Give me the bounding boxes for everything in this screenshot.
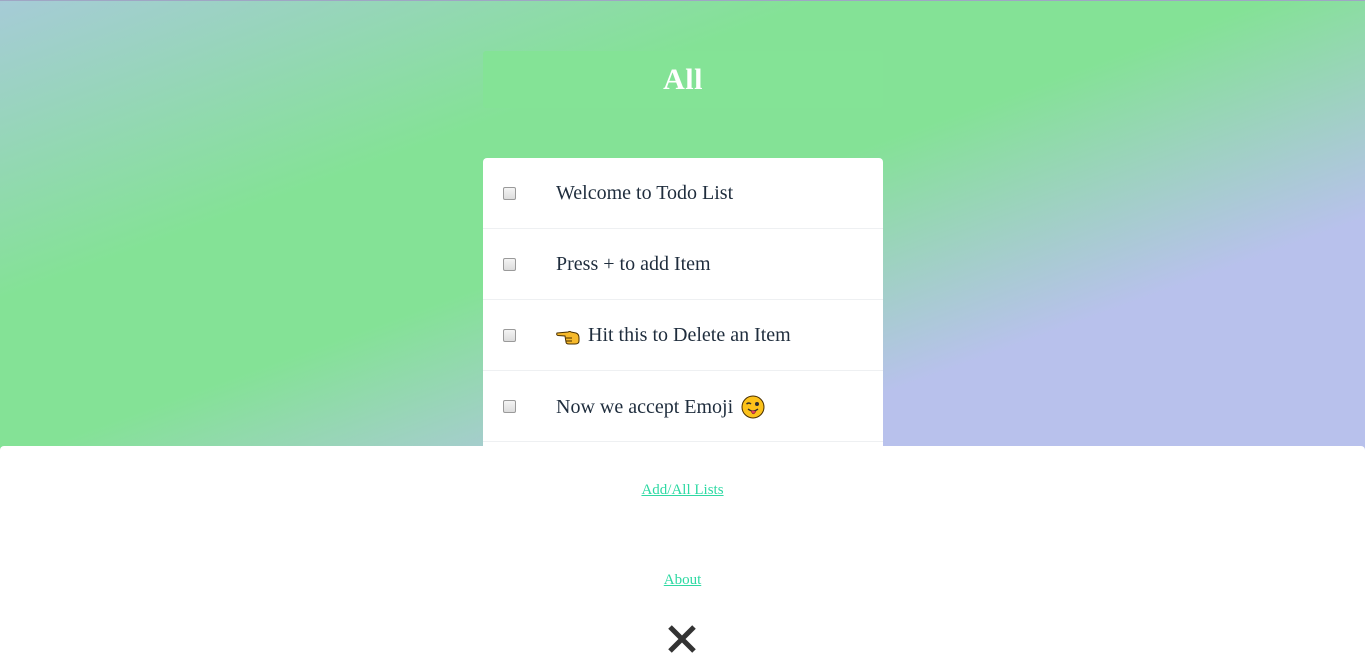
list-item: Welcome to Todo List	[483, 158, 883, 229]
todo-checkbox[interactable]	[503, 400, 516, 413]
add-all-lists-row: Add/All Lists	[0, 482, 1365, 499]
todo-text: Now we accept Emoji	[556, 395, 765, 419]
about-row: About	[0, 572, 1365, 589]
backhand-pointing-left-icon	[556, 330, 580, 344]
todo-text: Press + to add Item	[556, 253, 711, 276]
todo-text: Welcome to Todo List	[556, 182, 733, 205]
list-item: Now we accept Emoji	[483, 371, 883, 442]
todo-label: Press + to add Item	[556, 253, 711, 275]
todo-label: Welcome to Todo List	[556, 182, 734, 204]
close-icon[interactable]	[665, 622, 699, 656]
todo-checkbox[interactable]	[503, 329, 516, 342]
todo-text: Hit this to Delete an Item	[556, 324, 791, 347]
list-header: All	[483, 51, 883, 108]
winking-tongue-face-icon	[741, 395, 765, 419]
list-item: Hit this to Delete an Item	[483, 300, 883, 371]
top-border	[0, 0, 1365, 1]
about-link[interactable]: About	[664, 572, 702, 588]
page-title: All	[663, 62, 703, 96]
add-all-lists-link[interactable]: Add/All Lists	[641, 482, 723, 498]
todo-checkbox[interactable]	[503, 187, 516, 200]
menu-panel: Add/All Lists About	[0, 446, 1365, 658]
todo-list: Welcome to Todo List Press + to add Item…	[483, 158, 883, 458]
todo-label: Now we accept Emoji	[556, 395, 734, 418]
todo-label: Hit this to Delete an Item	[588, 324, 791, 346]
list-item: Press + to add Item	[483, 229, 883, 300]
todo-checkbox[interactable]	[503, 258, 516, 271]
